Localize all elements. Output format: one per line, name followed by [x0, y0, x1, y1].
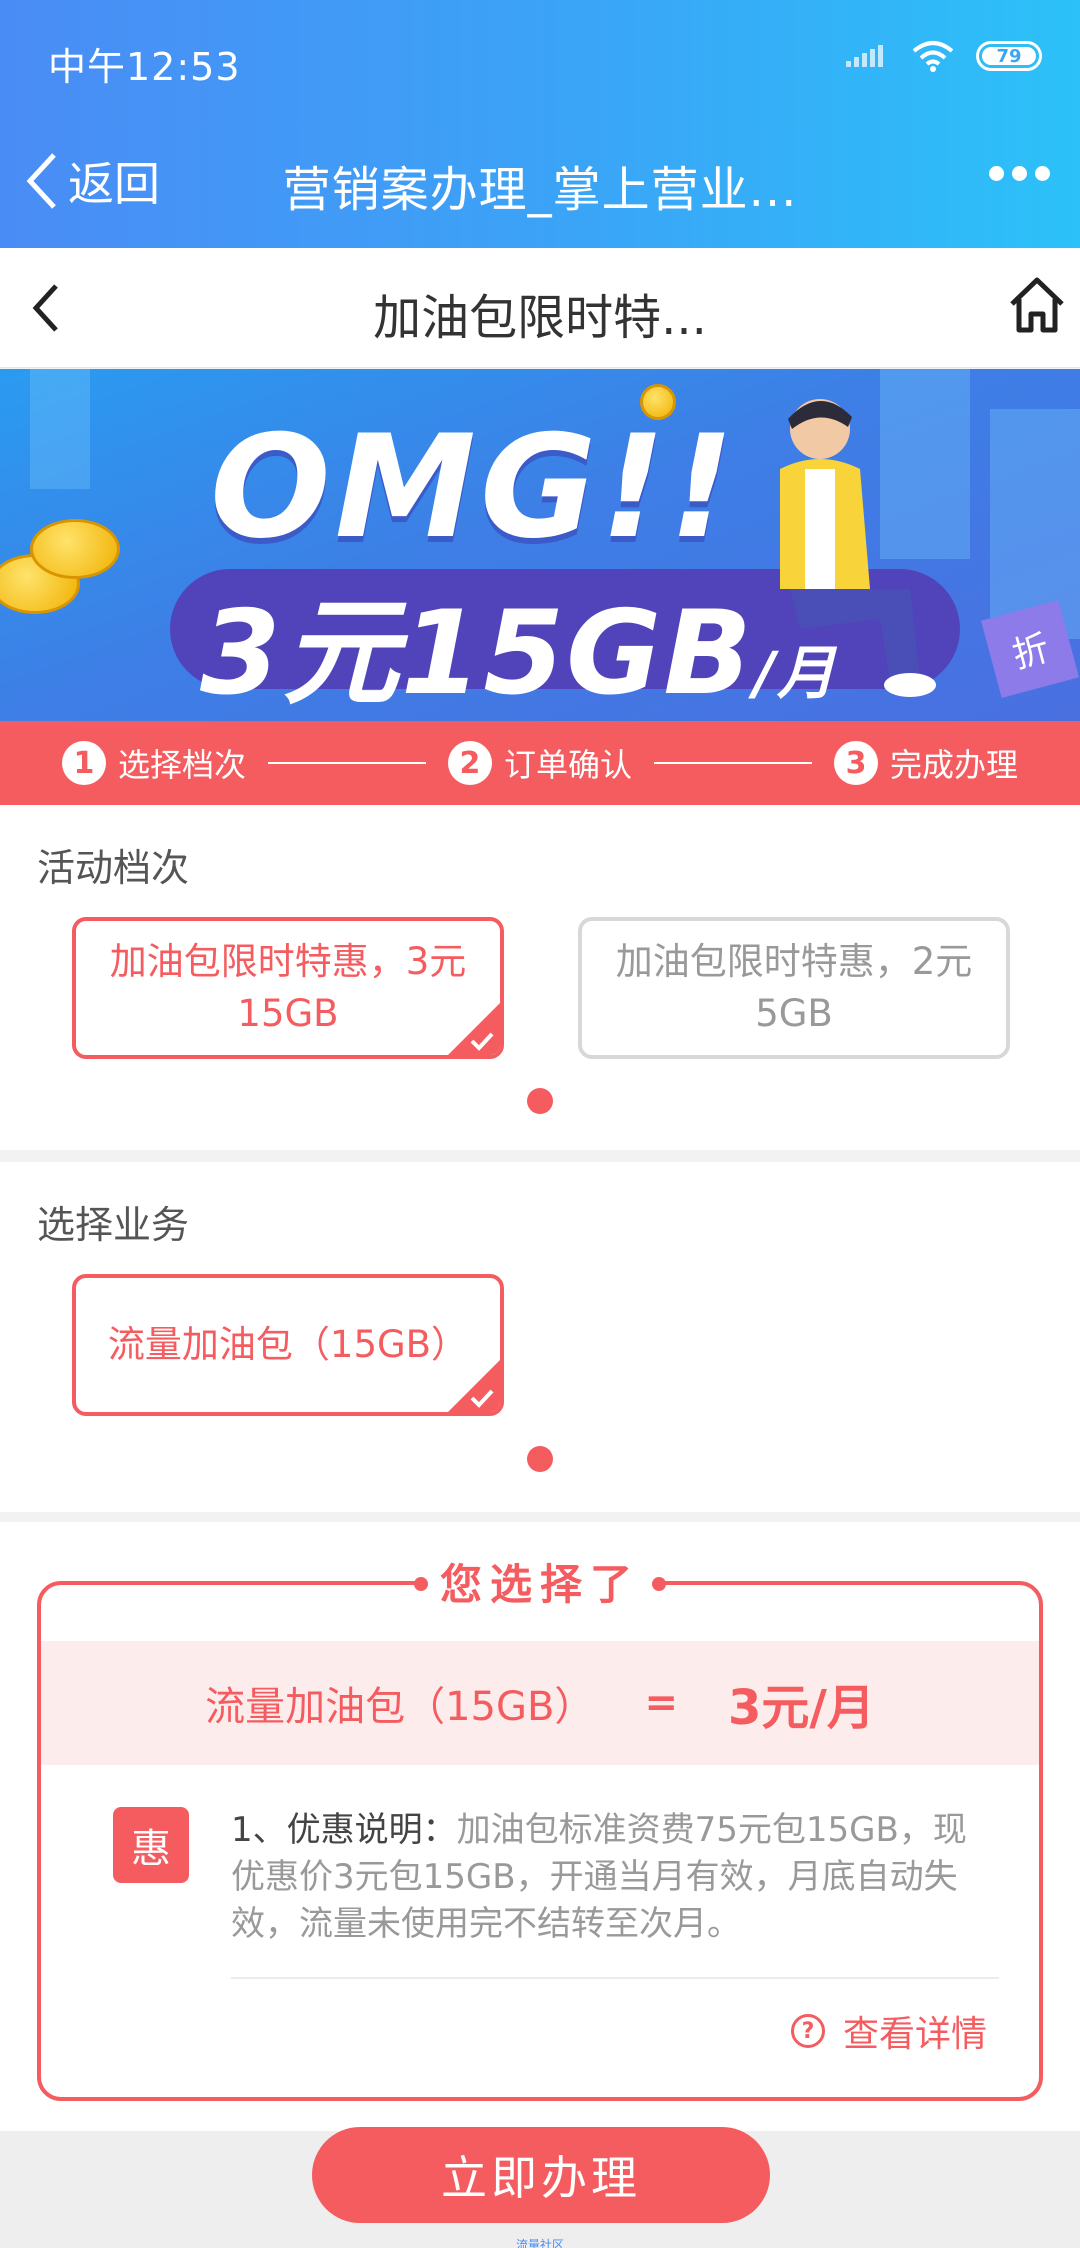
battery-icon: 79 [976, 41, 1042, 71]
option-label: 流量加油包（15GB） [107, 1323, 469, 1366]
activity-option-3yuan[interactable]: 加油包限时特惠，3元 15GB [72, 917, 504, 1059]
summary-item: 流量加油包（15GB） [205, 1684, 595, 1730]
pager-dot [527, 1088, 553, 1114]
step-connector [654, 762, 812, 764]
page-header: 加油包限时特... [0, 248, 1080, 368]
step-number: 2 [447, 741, 492, 785]
more-dot-icon [1012, 166, 1027, 181]
summary-band: 流量加油包（15GB） = 3元/月 [41, 1641, 1039, 1765]
divider [231, 1977, 999, 1979]
banner-headline: OMG!! [210, 405, 739, 570]
home-icon [1010, 277, 1064, 333]
activity-section: 活动档次 加油包限时特惠，3元 15GB 加油包限时特惠，2元 5GB [0, 805, 1080, 1150]
page-title: 加油包限时特... [373, 290, 707, 346]
view-details-link[interactable]: ? 查看详情 [790, 2005, 987, 2057]
summary-title-wrap: 您选择了 [41, 1551, 1039, 1612]
step-label: 订单确认 [503, 746, 632, 784]
discount-badge: 惠 [113, 1807, 189, 1883]
service-title: 选择业务 [37, 1203, 190, 1247]
home-button[interactable] [1008, 274, 1066, 340]
step-connector [267, 762, 426, 764]
check-corner-icon [448, 1360, 500, 1412]
watermark: 流量社区 [515, 2238, 564, 2248]
summary-title: 您选择了 [413, 1551, 667, 1612]
person-illustration-icon [780, 399, 936, 697]
status-time: 中午12:53 [48, 45, 241, 89]
submit-button[interactable]: 立即办理 [312, 2127, 770, 2223]
pager-dot [527, 1446, 553, 1472]
step-label: 完成办理 [890, 746, 1019, 784]
step-label: 选择档次 [117, 746, 246, 784]
option-line2: 5GB [755, 992, 833, 1035]
more-dot-icon [989, 166, 1004, 181]
signal-icon [846, 45, 883, 67]
banner-price-value: 3元15GB [200, 586, 754, 721]
service-option-15gb[interactable]: 流量加油包（15GB） [72, 1274, 504, 1416]
description-label: 1、优惠说明： [231, 1810, 457, 1850]
check-corner-icon [448, 1003, 500, 1055]
step-number: 3 [834, 741, 878, 785]
promo-banner[interactable]: OMG!! 3元15GB/月 折 [0, 369, 1080, 721]
option-line1: 加油包限时特惠，2元 [615, 940, 973, 983]
step-2: 2 订单确认 [447, 740, 632, 786]
step-3: 3 完成办理 [834, 740, 1018, 786]
discount-description: 1、优惠说明：加油包标准资费75元包15GB，现优惠价3元包15GB，开通当月有… [231, 1807, 991, 1948]
question-icon: ? [790, 2014, 825, 2048]
view-details-label: 查看详情 [842, 2014, 987, 2055]
summary-equals: = [644, 1680, 678, 1726]
status-icons: 79 [846, 40, 1042, 72]
summary-card: 您选择了 流量加油包（15GB） = 3元/月 惠 1、优惠说明：加油包标准资费… [37, 1551, 1043, 2101]
step-number: 1 [61, 741, 106, 785]
progress-steps: 1 选择档次 2 订单确认 3 完成办理 [0, 721, 1080, 805]
app-bar: 中午12:53 79 返回 营销案办理_掌上营业... [0, 0, 1080, 248]
activity-title: 活动档次 [37, 846, 190, 890]
service-section: 选择业务 流量加油包（15GB） [0, 1162, 1080, 1512]
banner-price: 3元15GB/月 [200, 559, 837, 721]
more-dot-icon [1035, 166, 1050, 181]
step-1: 1 选择档次 [61, 740, 246, 786]
option-line1: 加油包限时特惠，3元 [109, 940, 467, 983]
wifi-icon [912, 41, 954, 72]
battery-level: 79 [996, 45, 1022, 67]
summary-price: 3元/月 [727, 1680, 875, 1736]
activity-option-2yuan[interactable]: 加油包限时特惠，2元 5GB [578, 917, 1010, 1059]
more-button[interactable] [989, 166, 1050, 181]
nav-title: 营销案办理_掌上营业... [282, 162, 798, 218]
option-line2: 15GB [237, 992, 339, 1035]
